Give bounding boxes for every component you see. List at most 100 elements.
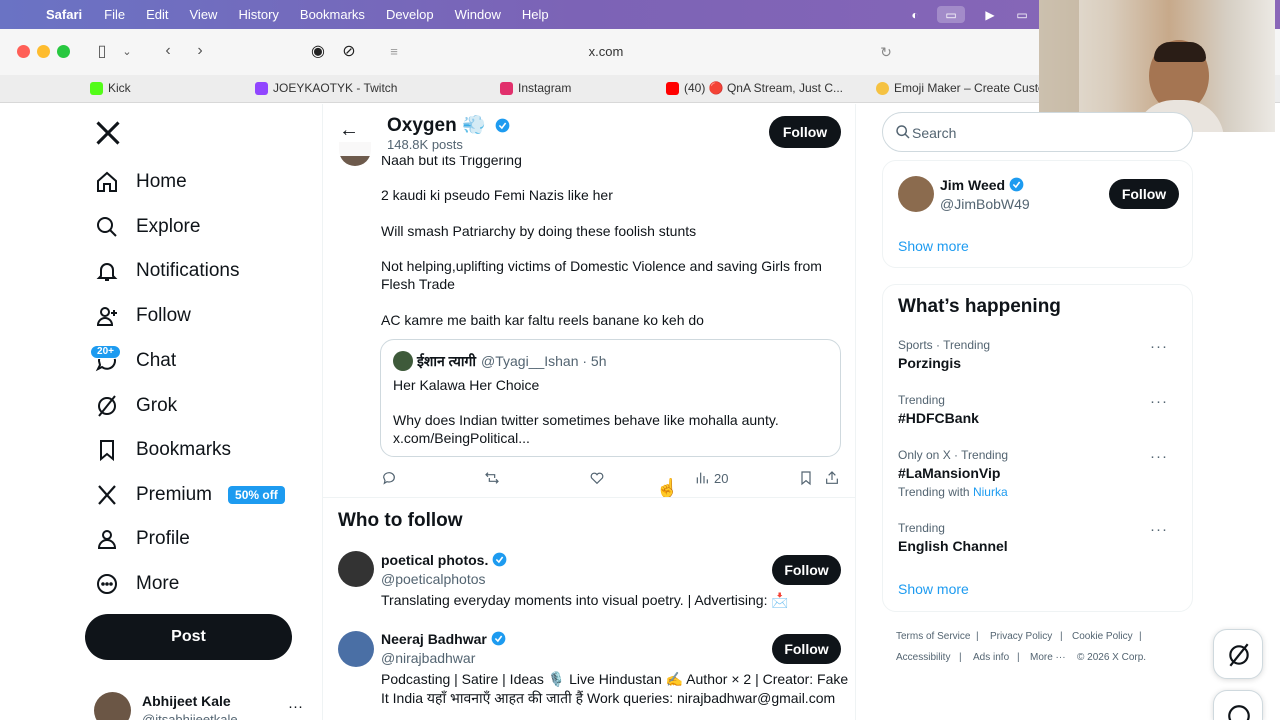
menu-bookmarks[interactable]: Bookmarks — [300, 7, 365, 22]
footer-more[interactable]: More ··· — [1030, 652, 1066, 663]
more-dots-icon[interactable]: ··· — [1150, 338, 1168, 355]
menu-app-name[interactable]: Safari — [46, 7, 82, 22]
close-window-button[interactable] — [17, 45, 30, 58]
bookmark-button[interactable] — [798, 470, 814, 486]
favorite-twitch[interactable]: JOEYKAOTYK - Twitch — [255, 81, 397, 95]
heart-icon — [590, 472, 604, 485]
show-more-link[interactable]: Show more — [898, 581, 969, 597]
address-bar[interactable]: x.com — [300, 38, 912, 66]
menu-develop[interactable]: Develop — [386, 7, 434, 22]
account-switcher[interactable]: Abhijeet Kale @itsabhijeetkale ··· — [94, 690, 314, 720]
zoom-window-button[interactable] — [57, 45, 70, 58]
menu-help[interactable]: Help — [522, 7, 549, 22]
profile-name-text: Oxygen 💨 — [387, 115, 486, 136]
footer-terms[interactable]: Terms of Service — [896, 631, 970, 642]
follow-button[interactable]: Follow — [1109, 179, 1179, 209]
battery-icon[interactable]: ▭ — [1010, 6, 1034, 23]
timeline-column: ← Oxygen 💨 148.8K posts Follow Naah but … — [322, 104, 856, 720]
nav-premium[interactable]: Premium 50% off — [94, 480, 285, 510]
verified-badge-icon — [491, 631, 506, 646]
minimize-window-button[interactable] — [37, 45, 50, 58]
forward-icon[interactable]: › — [190, 41, 210, 61]
footer-accessibility[interactable]: Accessibility — [896, 652, 950, 663]
views-button[interactable]: 20 — [694, 470, 728, 486]
messages-floating-button[interactable] — [1213, 690, 1263, 720]
nav-more[interactable]: More — [94, 569, 179, 599]
avatar — [338, 551, 374, 587]
reply-icon — [383, 472, 395, 485]
suggestion-bio: Translating everyday moments into visual… — [381, 592, 789, 608]
menu-edit[interactable]: Edit — [146, 7, 168, 22]
person-hair-shape — [1154, 42, 1206, 62]
search-box[interactable]: Search — [882, 112, 1193, 152]
search-input[interactable]: Search — [912, 125, 956, 141]
quoted-link[interactable]: x.com/BeingPolitical... — [393, 430, 530, 446]
avatar[interactable] — [898, 176, 934, 212]
kick-icon — [90, 81, 103, 95]
show-more-link[interactable]: Show more — [898, 238, 969, 254]
x-logo-icon[interactable] — [94, 119, 122, 147]
play-icon[interactable]: ▶ — [980, 6, 1000, 23]
footer-cookie[interactable]: Cookie Policy — [1072, 631, 1133, 642]
more-dots-icon[interactable]: ··· — [288, 698, 303, 715]
trending-with-link[interactable]: Niurka — [973, 485, 1008, 499]
more-dots-icon[interactable]: ··· — [1150, 448, 1168, 465]
screen-mirror-icon[interactable]: ▭ — [937, 6, 965, 23]
quoted-tweet-card[interactable]: ईशान त्यागी @Tyagi__Ishan · 5h Her Kalaw… — [380, 339, 841, 457]
chat-icon — [1228, 705, 1250, 720]
trend-item[interactable]: Trending #HDFCBank — [898, 393, 1178, 426]
share-button[interactable] — [824, 470, 840, 486]
header-follow-button[interactable]: Follow — [769, 116, 841, 148]
follow-suggestion[interactable]: Neeraj Badhwar @nirajbadhwar Podcasting … — [323, 624, 855, 720]
trend-item[interactable]: Sports · Trending Porzingis — [898, 338, 1178, 371]
menu-window[interactable]: Window — [455, 7, 501, 22]
nav-label: Bookmarks — [136, 439, 232, 460]
cloud-status-icon[interactable]: ◐ — [905, 6, 925, 23]
more-dots-icon[interactable]: ··· — [1150, 393, 1168, 410]
search-icon — [94, 214, 120, 240]
favorite-youtube[interactable]: (40) 🔴 QnA Stream, Just C... — [666, 81, 843, 95]
sidebar-toggle-icon[interactable]: ▯ — [92, 42, 112, 62]
suggested-user-name[interactable]: Jim Weed — [940, 177, 1024, 193]
trend-meta: Only on X · Trending — [898, 448, 1009, 462]
menu-view[interactable]: View — [190, 7, 218, 22]
repost-button[interactable] — [484, 470, 500, 486]
favorite-emoji-maker[interactable]: Emoji Maker – Create Custo — [876, 81, 1045, 95]
post-button[interactable]: Post — [85, 614, 292, 660]
footer-privacy[interactable]: Privacy Policy — [990, 631, 1052, 642]
more-dots-icon[interactable]: ··· — [1150, 521, 1168, 538]
grok-icon — [1229, 643, 1249, 667]
back-icon[interactable]: ‹ — [158, 41, 178, 61]
nav-grok[interactable]: Grok — [94, 391, 177, 421]
grok-floating-button[interactable] — [1213, 629, 1263, 679]
nav-explore[interactable]: Explore — [94, 212, 200, 242]
nav-notifications[interactable]: Notifications — [94, 256, 240, 286]
nav-label: Explore — [136, 216, 201, 237]
reload-icon[interactable]: ↻ — [876, 42, 896, 62]
reply-button[interactable] — [381, 470, 397, 486]
suggestion-handle: @poeticalphotos — [381, 571, 486, 587]
share-icon — [826, 471, 838, 484]
trend-item[interactable]: Only on X · Trending #LaMansionVip Trend… — [898, 448, 1178, 499]
verified-badge-icon — [495, 118, 510, 133]
favorite-kick[interactable]: Kick — [90, 81, 131, 95]
nav-bookmarks[interactable]: Bookmarks — [94, 435, 231, 465]
back-arrow-icon[interactable]: ← — [339, 120, 359, 140]
twitch-icon — [255, 81, 268, 95]
footer-ads-info[interactable]: Ads info — [973, 652, 1009, 663]
trend-item[interactable]: Trending English Channel — [898, 521, 1178, 554]
nav-home[interactable]: Home — [94, 167, 187, 197]
follow-button[interactable]: Follow — [772, 634, 841, 664]
menu-history[interactable]: History — [238, 7, 278, 22]
follow-button[interactable]: Follow — [772, 555, 841, 585]
chevron-down-icon[interactable]: ⌄ — [118, 42, 136, 62]
nav-profile[interactable]: Profile — [94, 524, 190, 554]
who-to-follow-title: Who to follow — [338, 510, 463, 531]
suggestion-name-text: poetical photos. — [381, 552, 489, 568]
nav-follow[interactable]: Follow — [94, 301, 191, 331]
menu-file[interactable]: File — [104, 7, 125, 22]
follow-suggestion[interactable]: poetical photos. @poeticalphotos Transla… — [323, 544, 855, 622]
favorite-instagram[interactable]: Instagram — [500, 81, 571, 95]
views-chart-icon — [696, 472, 708, 484]
like-button[interactable] — [589, 470, 605, 486]
